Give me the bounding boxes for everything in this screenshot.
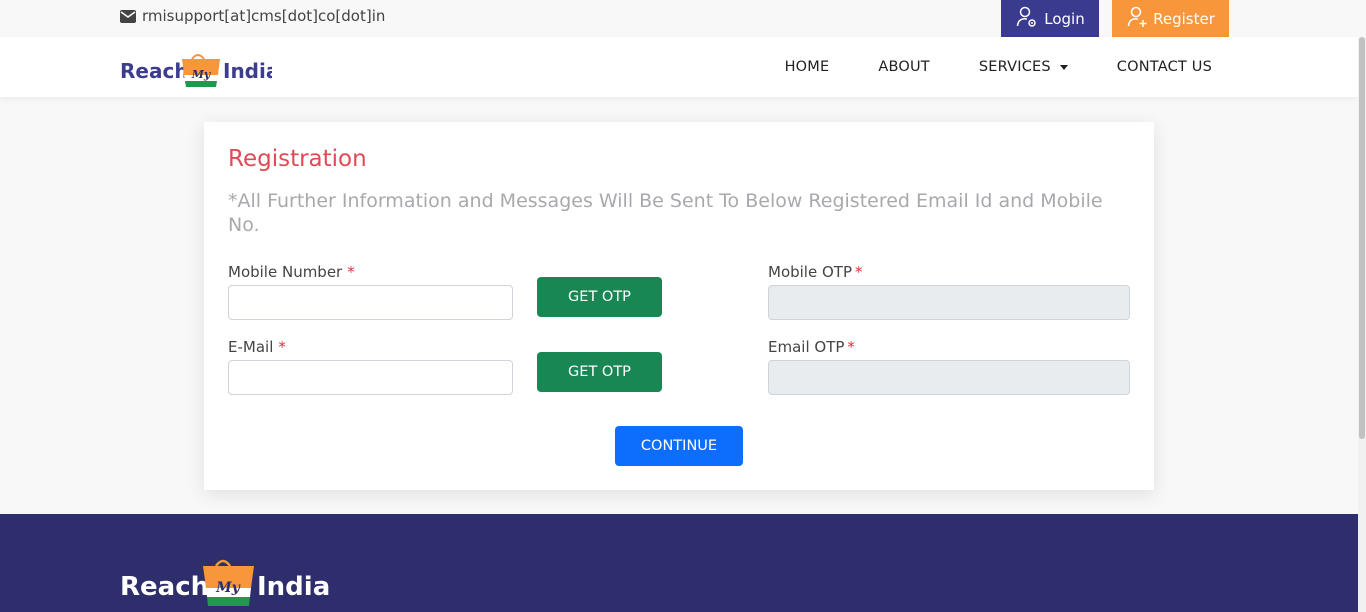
get-email-otp-button[interactable]: GET OTP bbox=[537, 352, 662, 392]
support-email: rmisupport[at]cms[dot]co[dot]in bbox=[120, 7, 385, 25]
register-label: Register bbox=[1153, 9, 1215, 28]
nav-contact[interactable]: CONTACT US bbox=[1117, 59, 1212, 75]
scrollbar-thumb[interactable] bbox=[1359, 37, 1365, 439]
nav-menu: HOME ABOUT SERVICES CONTACT US bbox=[736, 37, 1212, 97]
page-title: Registration bbox=[228, 146, 367, 172]
required-mark: * bbox=[847, 338, 855, 356]
email-otp-label: Email OTP * bbox=[768, 338, 855, 356]
support-email-text: rmisupport[at]cms[dot]co[dot]in bbox=[142, 7, 386, 25]
mobile-number-label: Mobile Number * bbox=[228, 263, 355, 281]
register-button[interactable]: Register bbox=[1112, 0, 1229, 37]
nav-services[interactable]: SERVICES bbox=[979, 59, 1068, 75]
login-user-icon bbox=[1015, 5, 1039, 33]
svg-text:India: India bbox=[223, 59, 272, 83]
mobile-otp-input[interactable] bbox=[768, 285, 1130, 320]
login-label: Login bbox=[1044, 9, 1085, 28]
svg-text:India: India bbox=[257, 572, 330, 602]
footer-logo[interactable]: Reach My India bbox=[120, 552, 330, 612]
required-mark: * bbox=[347, 263, 355, 281]
mobile-number-input[interactable] bbox=[228, 285, 513, 320]
get-mobile-otp-button[interactable]: GET OTP bbox=[537, 277, 662, 317]
svg-text:Reach: Reach bbox=[120, 572, 209, 602]
page-scrollbar[interactable] bbox=[1358, 37, 1366, 612]
email-label-text: E-Mail bbox=[228, 338, 274, 356]
email-otp-label-text: Email OTP bbox=[768, 338, 845, 356]
registration-note: *All Further Information and Messages Wi… bbox=[228, 190, 1103, 236]
brand-logo[interactable]: Reach My India bbox=[120, 47, 279, 93]
svg-text:Reach: Reach bbox=[120, 59, 189, 83]
registration-card: Registration *All Further Information an… bbox=[204, 122, 1154, 490]
main-navbar: Reach My India HOME ABOUT SERVICES CONTA… bbox=[0, 37, 1358, 97]
email-input[interactable] bbox=[228, 360, 513, 395]
top-bar: rmisupport[at]cms[dot]co[dot]in Login Re… bbox=[0, 0, 1366, 37]
email-otp-input[interactable] bbox=[768, 360, 1130, 395]
svg-text:My: My bbox=[191, 68, 212, 81]
required-mark: * bbox=[855, 263, 863, 281]
login-button[interactable]: Login bbox=[1001, 0, 1099, 37]
nav-services-label: SERVICES bbox=[978, 59, 1051, 75]
nav-home[interactable]: HOME bbox=[785, 59, 830, 75]
mobile-number-label-text: Mobile Number bbox=[228, 263, 343, 281]
svg-text:My: My bbox=[215, 580, 240, 596]
footer: Reach My India bbox=[0, 514, 1358, 612]
dropdown-caret-icon bbox=[1059, 64, 1068, 70]
register-user-icon bbox=[1126, 5, 1150, 33]
nav-about[interactable]: ABOUT bbox=[878, 59, 930, 75]
envelope-icon bbox=[120, 9, 136, 23]
required-mark: * bbox=[278, 338, 286, 356]
mobile-otp-label-text: Mobile OTP bbox=[768, 263, 852, 281]
mobile-otp-label: Mobile OTP * bbox=[768, 263, 863, 281]
email-label: E-Mail * bbox=[228, 338, 286, 356]
continue-button[interactable]: CONTINUE bbox=[615, 426, 743, 466]
